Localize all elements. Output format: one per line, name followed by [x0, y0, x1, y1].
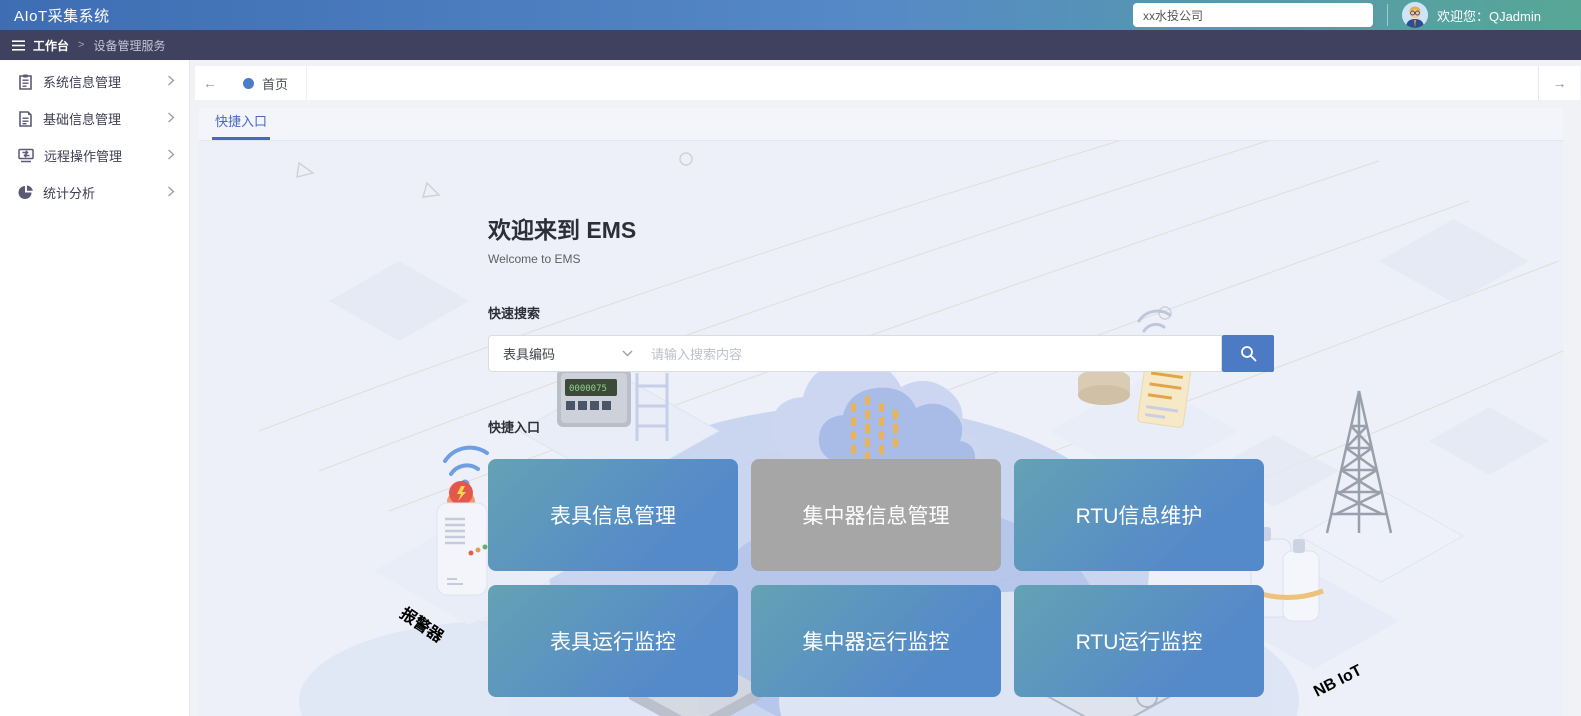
clipboard-icon [18, 74, 33, 90]
quick-entry-label: 快捷入口 [488, 417, 1099, 436]
tabs-forward-arrow-icon[interactable]: → [1538, 66, 1580, 100]
sidebar-item-statistics[interactable]: 统计分析 [0, 174, 189, 211]
breadcrumb-current: 设备管理服务 [93, 37, 165, 54]
breadcrumb-root[interactable]: 工作台 [33, 37, 69, 54]
entry-button-meter-monitor[interactable]: 表具运行监控 [488, 585, 738, 697]
search-box[interactable]: 表具编码 请输入搜索内容 [488, 335, 1222, 372]
search-button[interactable] [1222, 335, 1274, 372]
menu-icon[interactable] [12, 40, 25, 51]
tab-home-label: 首页 [262, 74, 288, 93]
content-panel: 快捷入口 [199, 108, 1563, 716]
sidebar-item-label: 远程操作管理 [44, 146, 122, 165]
sidebar-item-system-info[interactable]: 系统信息管理 [0, 63, 189, 100]
chevron-right-icon [167, 74, 175, 89]
header-divider [1387, 4, 1388, 26]
quick-entry-grid: 表具信息管理 集中器信息管理 RTU信息维护 表具运行监控 集中器运行监控 RT… [488, 459, 1099, 697]
welcome-user-text: 欢迎您：QJadmin [1437, 6, 1541, 25]
entry-button-meter-info[interactable]: 表具信息管理 [488, 459, 738, 571]
tab-home[interactable]: 首页 [225, 66, 307, 100]
sidebar: 系统信息管理 基础信息管理 [0, 60, 190, 716]
pie-chart-icon [18, 185, 33, 200]
entry-button-rtu-monitor[interactable]: RTU运行监控 [1014, 585, 1264, 697]
app-title: AIoT采集系统 [14, 5, 110, 26]
tabs-back-arrow-icon[interactable]: ← [195, 66, 225, 100]
avatar[interactable] [1402, 2, 1428, 28]
panel-tab-bar: 快捷入口 [199, 108, 1563, 141]
entry-button-concentrator-monitor[interactable]: 集中器运行监控 [751, 585, 1001, 697]
search-type-select[interactable]: 表具编码 [503, 344, 633, 363]
sidebar-item-label: 统计分析 [43, 183, 95, 202]
welcome-section: 欢迎来到 EMS Welcome to EMS 快速搜索 表具编码 请输入搜索内… [199, 141, 1099, 697]
welcome-title: 欢迎来到 EMS [488, 211, 1099, 245]
chevron-down-icon [622, 350, 633, 357]
breadcrumb: 工作台 > 设备管理服务 [0, 30, 1581, 60]
quick-search-label: 快速搜索 [488, 303, 1099, 322]
sidebar-item-label: 基础信息管理 [43, 109, 121, 128]
search-input-placeholder[interactable]: 请输入搜索内容 [651, 344, 742, 363]
tab-active-dot [243, 78, 254, 89]
remote-transfer-icon [18, 148, 34, 163]
welcome-subtitle: Welcome to EMS [488, 252, 1099, 266]
sidebar-item-basic-info[interactable]: 基础信息管理 [0, 100, 189, 137]
panel-body: 0000075 [199, 141, 1563, 716]
sidebar-item-remote-ops[interactable]: 远程操作管理 [0, 137, 189, 174]
nbiot-label: NB IoT [1311, 662, 1365, 701]
avatar-image [1402, 2, 1428, 28]
entry-button-concentrator-info[interactable]: 集中器信息管理 [751, 459, 1001, 571]
breadcrumb-separator: > [78, 39, 84, 51]
search-icon [1240, 345, 1257, 362]
org-search-input[interactable] [1133, 3, 1373, 27]
tab-strip: ← 首页 → [195, 66, 1580, 100]
chevron-right-icon [167, 148, 175, 163]
main-area: ← 首页 → 快捷入口 [190, 60, 1581, 716]
chevron-right-icon [167, 111, 175, 126]
chevron-right-icon [167, 185, 175, 200]
tab-quick-entry[interactable]: 快捷入口 [212, 111, 270, 140]
entry-button-rtu-info[interactable]: RTU信息维护 [1014, 459, 1264, 571]
quick-search-bar: 表具编码 请输入搜索内容 [488, 335, 1274, 372]
document-icon [18, 111, 33, 127]
sidebar-item-label: 系统信息管理 [43, 72, 121, 91]
app-header: AIoT采集系统 欢迎您：QJadmin [0, 0, 1581, 30]
search-type-value: 表具编码 [503, 344, 555, 363]
tabstrip-spacer [307, 66, 1538, 100]
